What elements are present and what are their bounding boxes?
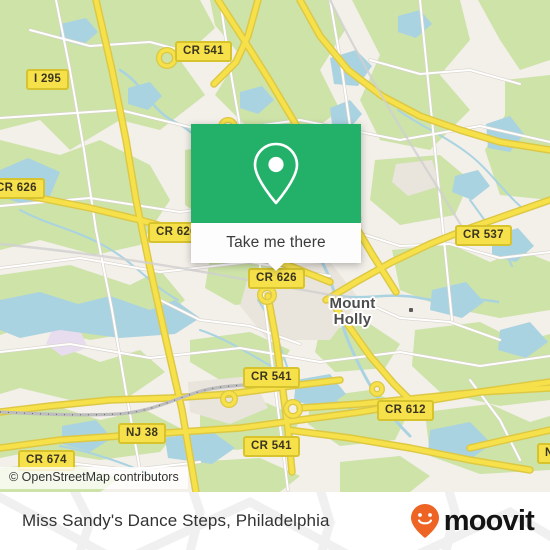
road-shield-i295: I 295	[26, 69, 70, 90]
popup-pointer	[267, 262, 285, 271]
destination-popup-card[interactable]: Take me there	[191, 124, 361, 271]
road-shield-cr537: CR 537	[455, 225, 512, 246]
road-shield-nj-edge: NJ	[537, 443, 550, 464]
road-shield-nj38: NJ 38	[118, 423, 167, 444]
road-shield-cr541-south: CR 541	[243, 436, 300, 457]
road-shield-cr541-mid: CR 541	[243, 367, 300, 388]
road-shield-cr612: CR 612	[377, 400, 434, 421]
moovit-logo[interactable]: moovit	[410, 492, 535, 550]
road-shield-cr626-south: CR 626	[248, 268, 305, 289]
moovit-smiley-pin-icon	[410, 504, 439, 538]
popup-header	[191, 124, 361, 223]
popup-action-bar[interactable]: Take me there	[191, 223, 361, 271]
footer-bar: Miss Sandy's Dance Steps, Philadelphia m…	[0, 492, 550, 550]
osm-attribution[interactable]: © OpenStreetMap contributors	[0, 467, 188, 489]
moovit-wordmark: moovit	[443, 504, 535, 537]
place-dot	[409, 308, 413, 312]
place-label-mount-holly: Mount Holly	[329, 295, 376, 328]
map-viewport[interactable]: .g { fill:#cde3a8; } .w { fill:#aad3e2; …	[0, 0, 550, 492]
road-shield-cr626-west: CR 626	[0, 178, 45, 199]
road-shield-cr541-north: CR 541	[175, 41, 232, 62]
map-pin-icon	[253, 142, 299, 204]
take-me-there-label: Take me there	[226, 234, 326, 251]
page-title: Miss Sandy's Dance Steps, Philadelphia	[22, 511, 330, 530]
